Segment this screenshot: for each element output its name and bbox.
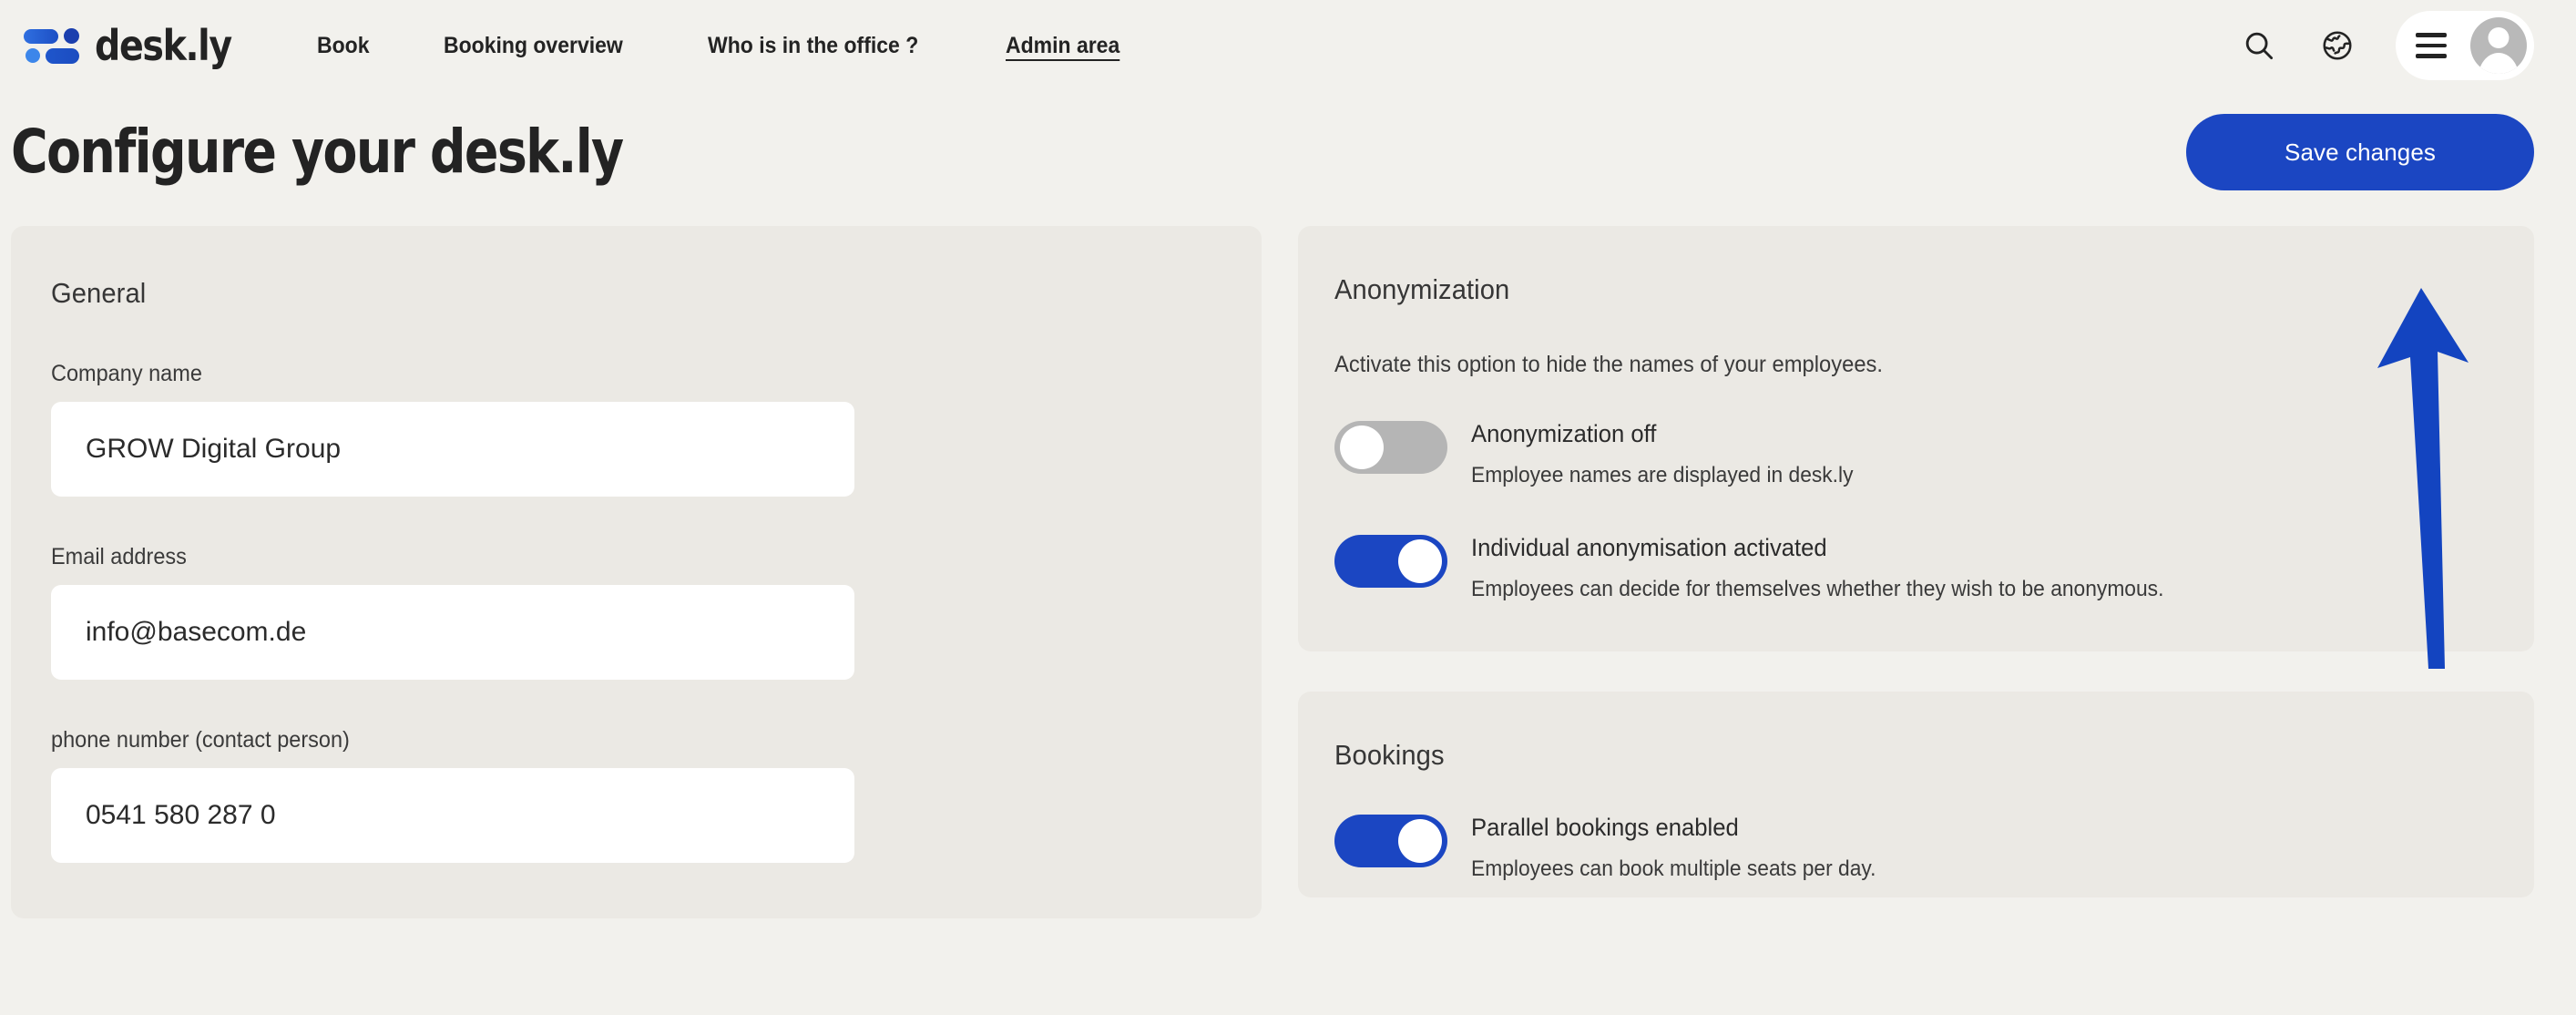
settings-content: General Company name Email address phone… xyxy=(0,190,2576,918)
user-menu-button[interactable] xyxy=(2396,11,2534,80)
header-actions xyxy=(2239,11,2534,80)
general-settings-card: General Company name Email address phone… xyxy=(11,226,1262,918)
deskly-logo-icon xyxy=(24,26,80,65)
page-title: Configure your desk.ly xyxy=(11,117,624,187)
user-avatar-icon[interactable] xyxy=(2470,17,2527,74)
brand-logo-link[interactable]: desk.ly xyxy=(24,25,253,67)
save-changes-button[interactable]: Save changes xyxy=(2186,114,2534,190)
left-column: General Company name Email address phone… xyxy=(11,226,1262,918)
bookings-section-title: Bookings xyxy=(1334,739,1445,772)
anonymization-off-label: Anonymization off xyxy=(1471,420,1657,447)
phone-number-label: phone number (contact person) xyxy=(51,727,350,753)
individual-anonymisation-toggle[interactable] xyxy=(1334,535,1447,589)
nav-item-booking-overview[interactable]: Booking overview xyxy=(444,26,623,67)
top-navigation-bar: desk.ly Book Booking overview Who is in … xyxy=(0,0,2576,91)
individual-anonymisation-row: Individual anonymisation activated Emplo… xyxy=(1334,532,2479,602)
bookings-settings-card: Bookings Parallel bookings enabled Emplo… xyxy=(1298,692,2534,898)
page-header-row: Configure your desk.ly Save changes xyxy=(0,91,2576,190)
parallel-bookings-toggle[interactable] xyxy=(1334,815,1447,868)
nav-item-admin-area[interactable]: Admin area xyxy=(1006,26,1119,67)
parallel-bookings-description: Employees can book multiple seats per da… xyxy=(1471,856,1876,882)
anonymization-section-title: Anonymization xyxy=(1334,273,1510,305)
individual-anonymisation-label: Individual anonymisation activated xyxy=(1471,534,1827,562)
anonymization-settings-card: Anonymization Activate this option to hi… xyxy=(1298,226,2534,652)
phone-number-input[interactable] xyxy=(51,768,854,863)
company-name-label: Company name xyxy=(51,361,202,386)
brand-logo-text: desk.ly xyxy=(95,21,232,70)
nav-item-book[interactable]: Book xyxy=(317,26,370,67)
anonymization-off-row: Anonymization off Employee names are dis… xyxy=(1334,418,2479,488)
parallel-bookings-label: Parallel bookings enabled xyxy=(1471,814,1739,842)
nav-item-who-is-in-the-office[interactable]: Who is in the office ? xyxy=(708,26,918,67)
email-address-label: Email address xyxy=(51,544,187,569)
anonymization-off-toggle[interactable] xyxy=(1334,421,1447,474)
main-nav: Book Booking overview Who is in the offi… xyxy=(317,26,1199,67)
right-column: Anonymization Activate this option to hi… xyxy=(1298,226,2534,898)
hamburger-icon[interactable] xyxy=(2416,33,2447,58)
individual-anonymisation-description: Employees can decide for themselves whet… xyxy=(1471,577,2164,602)
parallel-bookings-row: Parallel bookings enabled Employees can … xyxy=(1334,812,2479,882)
general-section-title: General xyxy=(51,277,147,309)
company-name-input[interactable] xyxy=(51,402,854,497)
globe-icon[interactable] xyxy=(2317,26,2357,66)
anonymization-off-description: Employee names are displayed in desk.ly xyxy=(1471,463,1854,488)
anonymization-description: Activate this option to hide the names o… xyxy=(1334,352,1884,377)
email-address-input[interactable] xyxy=(51,585,854,680)
search-icon[interactable] xyxy=(2239,26,2279,66)
